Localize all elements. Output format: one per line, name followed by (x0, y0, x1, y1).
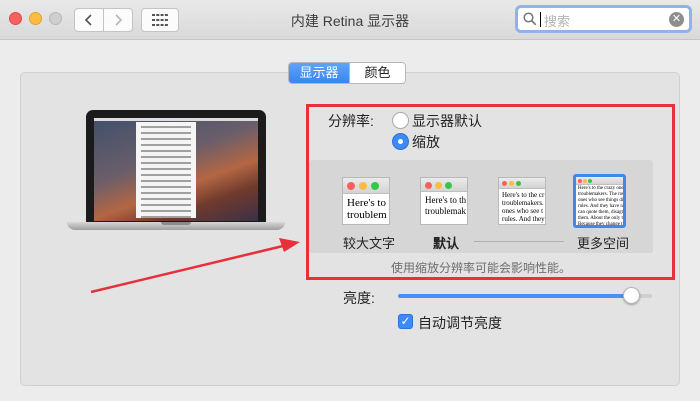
brightness-label: 亮度: (343, 290, 375, 306)
auto-brightness-checkbox[interactable]: ✓ (398, 314, 413, 329)
auto-brightness-label[interactable]: 自动调节亮度 (418, 313, 502, 333)
brightness-slider-fill (398, 294, 632, 298)
annotation-arrow (90, 238, 300, 294)
brightness-slider[interactable] (398, 294, 652, 298)
